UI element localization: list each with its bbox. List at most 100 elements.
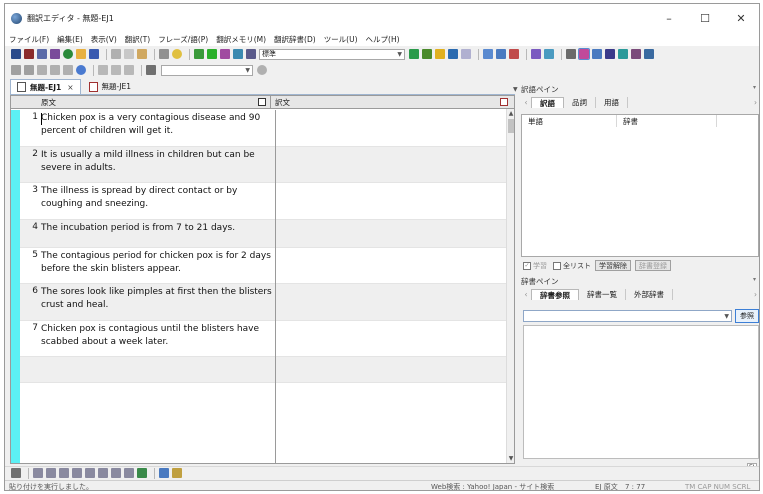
check-icon[interactable] — [618, 49, 628, 59]
highlight-icon[interactable] — [435, 49, 445, 59]
tab-scroll-right-icon[interactable]: › — [754, 98, 757, 107]
export-icon[interactable] — [124, 468, 134, 478]
tool-icon[interactable] — [172, 468, 182, 478]
menu-help[interactable]: ヘルプ(H) — [366, 34, 400, 45]
tab-scroll-right-icon[interactable]: › — [754, 290, 757, 299]
run-icon[interactable] — [194, 49, 204, 59]
lines-icon[interactable] — [461, 49, 471, 59]
tab-scroll-left-icon[interactable]: ‹ — [521, 290, 531, 299]
split-icon[interactable] — [111, 65, 121, 75]
table-row[interactable]: 4 The incubation period is from 7 to 21 … — [20, 220, 508, 248]
heart-icon[interactable] — [509, 49, 519, 59]
menu-edit[interactable]: 編集(E) — [57, 34, 83, 45]
web-search-status[interactable]: Web検索 : Yahoo! Japan - サイト検索 — [431, 482, 554, 491]
ej-mode-icon[interactable] — [11, 49, 21, 59]
open-icon[interactable] — [76, 49, 86, 59]
forward-icon[interactable] — [24, 65, 34, 75]
menu-tools[interactable]: ツール(U) — [324, 34, 358, 45]
play-icon[interactable] — [207, 49, 217, 59]
compare-icon[interactable] — [631, 49, 641, 59]
menu-phrase[interactable]: フレーズ/語(P) — [158, 34, 208, 45]
list-icon[interactable] — [98, 468, 108, 478]
dict-search-combo[interactable]: ▼ — [523, 310, 732, 322]
phrase-icon[interactable] — [220, 49, 230, 59]
font-icon[interactable] — [159, 468, 169, 478]
source-cell[interactable]: The illness is spread by direct contact … — [41, 185, 273, 210]
tab-untitled-je1[interactable]: 無題-JE1 — [83, 79, 137, 94]
align4-icon[interactable] — [72, 468, 82, 478]
refresh-icon[interactable] — [37, 65, 47, 75]
globe-icon[interactable] — [257, 65, 267, 75]
search-combo[interactable]: ▼ — [161, 64, 253, 76]
next-icon[interactable] — [233, 49, 243, 59]
grid-scrollbar[interactable]: ▲ ▼ — [506, 109, 514, 463]
search-icon[interactable] — [63, 65, 73, 75]
source-cell[interactable]: The sores look like pimples at first the… — [41, 286, 273, 311]
align3-icon[interactable] — [59, 468, 69, 478]
table-row[interactable]: 1 Chicken pox is a very contagious disea… — [20, 110, 508, 147]
source-cell[interactable]: The incubation period is from 7 to 21 da… — [41, 222, 273, 235]
all-list-checkbox[interactable] — [553, 261, 561, 270]
dictionary-results[interactable] — [523, 325, 759, 459]
save-icon[interactable] — [89, 49, 99, 59]
move-icon[interactable] — [98, 65, 108, 75]
menu-dictionary[interactable]: 翻訳辞書(D) — [274, 34, 316, 45]
source-cell[interactable]: It is usually a mild illness in children… — [41, 149, 273, 174]
style-combo[interactable]: 標準 ▼ — [259, 48, 405, 60]
translate-icon[interactable] — [37, 49, 47, 59]
close-tab-icon[interactable]: × — [67, 83, 73, 92]
edit-icon[interactable] — [544, 49, 554, 59]
eject-icon[interactable] — [11, 468, 21, 478]
register-dict-button[interactable]: 辞書登録 — [635, 260, 671, 271]
unlearn-button[interactable]: 学習解除 — [595, 260, 631, 271]
learn-checkbox[interactable]: ✓ — [523, 261, 531, 270]
record-icon[interactable] — [76, 65, 86, 75]
reference-button[interactable]: 参照 — [735, 309, 759, 323]
help-icon[interactable] — [172, 49, 182, 59]
sheet-icon[interactable] — [137, 468, 147, 478]
table-icon[interactable] — [111, 468, 121, 478]
table-row[interactable]: 7 Chicken pox is contagious until the bl… — [20, 321, 508, 357]
align2-icon[interactable] — [46, 468, 56, 478]
tab-list-chevron-icon[interactable]: ▼ — [513, 86, 518, 93]
maximize-button[interactable]: ☐ — [687, 4, 723, 32]
table-row[interactable]: 5 The contagious period for chicken pox … — [20, 248, 508, 284]
table-row[interactable]: 6 The sores look like pimples at first t… — [20, 284, 508, 321]
tab-external-dict[interactable]: 外部辞書 — [626, 289, 673, 300]
align5-icon[interactable] — [85, 468, 95, 478]
scroll-up-icon[interactable]: ▲ — [507, 109, 514, 118]
tab-untitled-ej1[interactable]: 無題-EJ1 × — [10, 79, 81, 94]
je-mode-icon[interactable] — [24, 49, 34, 59]
copy-icon[interactable] — [124, 49, 134, 59]
paste-icon[interactable] — [137, 49, 147, 59]
grid-icon[interactable] — [592, 49, 602, 59]
back-icon[interactable] — [11, 65, 21, 75]
merge-icon[interactable] — [124, 65, 134, 75]
pause-icon[interactable] — [246, 49, 256, 59]
print-icon[interactable] — [159, 49, 169, 59]
tab-dict-reference[interactable]: 辞書参照 — [531, 289, 579, 300]
source-cell[interactable]: Chicken pox is contagious until the blis… — [41, 323, 273, 348]
scroll-down-icon[interactable]: ▼ — [507, 454, 514, 463]
pin-icon[interactable]: ▾ — [753, 84, 756, 91]
stop-icon[interactable] — [50, 65, 60, 75]
view-icon[interactable] — [146, 65, 156, 75]
image-icon[interactable] — [644, 49, 654, 59]
source-cell[interactable]: Chicken pox is a very contagious disease… — [41, 112, 273, 137]
menu-view[interactable]: 表示(V) — [91, 34, 117, 45]
cut-icon[interactable] — [111, 49, 121, 59]
tab-scroll-left-icon[interactable]: ‹ — [521, 98, 531, 107]
vertical-icon[interactable] — [605, 49, 615, 59]
menu-file[interactable]: ファイル(F) — [9, 34, 49, 45]
menu-translate[interactable]: 翻訳(T) — [125, 34, 150, 45]
pin-icon[interactable]: ▾ — [753, 276, 756, 283]
pane-icon[interactable] — [578, 48, 590, 60]
dict-edit-icon[interactable] — [422, 49, 432, 59]
table-row[interactable]: 3 The illness is spread by direct contac… — [20, 183, 508, 220]
translation-list[interactable]: 単語 辞書 — [521, 114, 759, 257]
memory-icon[interactable] — [483, 49, 493, 59]
filter-icon[interactable] — [531, 49, 541, 59]
tab-part-of-speech[interactable]: 品詞 — [564, 97, 596, 108]
layout-icon[interactable] — [566, 49, 576, 59]
target-column-icon[interactable] — [500, 98, 508, 106]
